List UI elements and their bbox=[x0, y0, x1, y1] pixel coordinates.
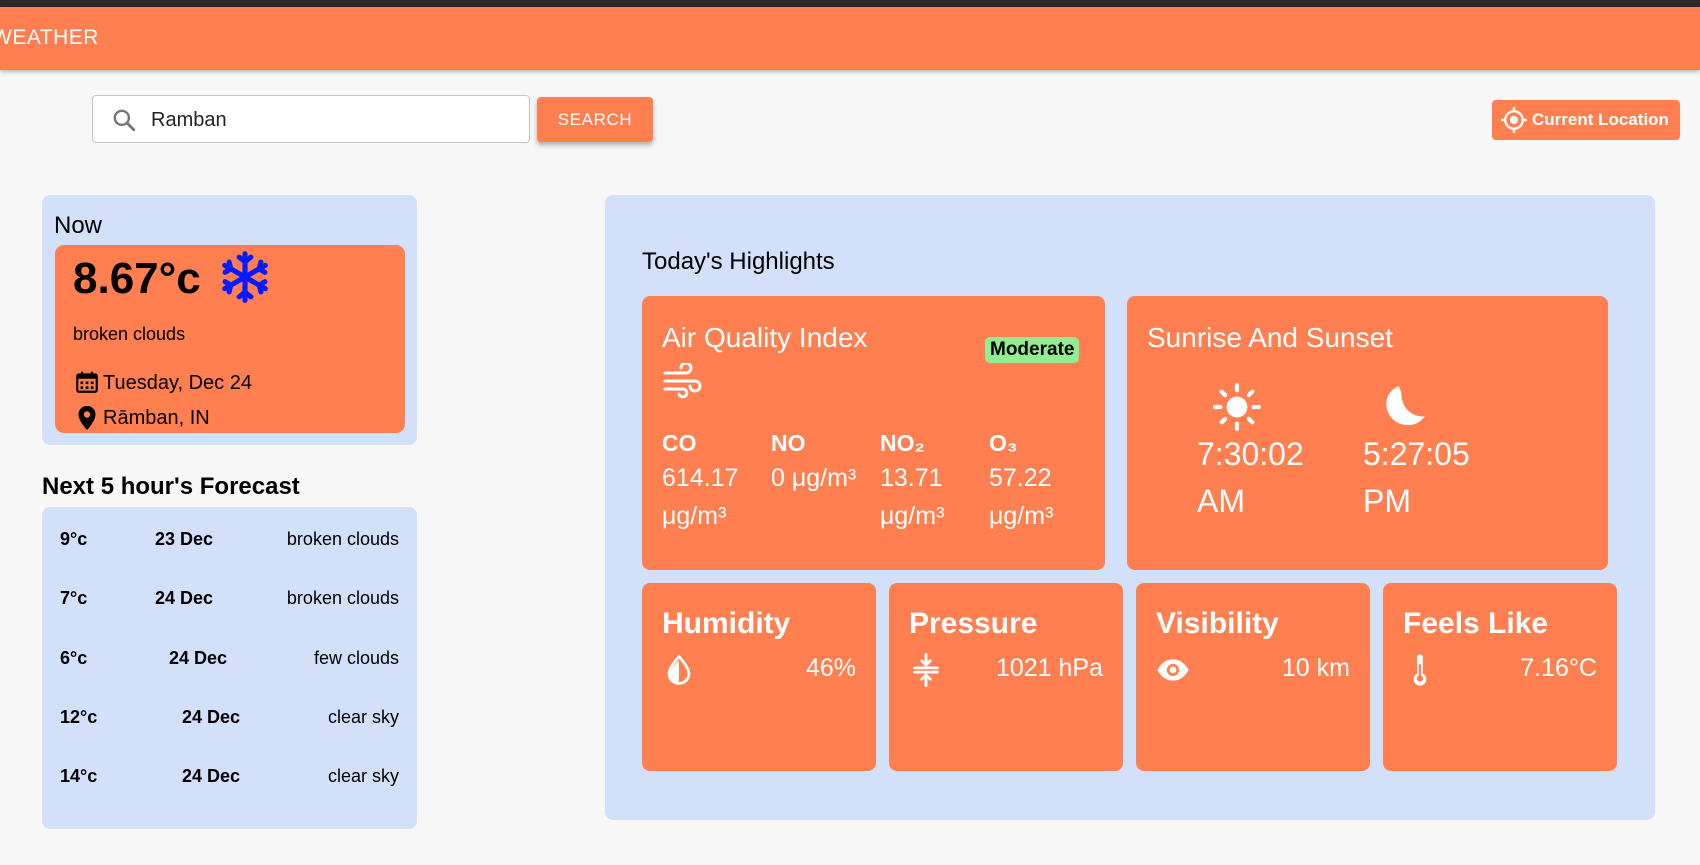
window-top-strip bbox=[0, 0, 1700, 7]
visibility-value: 10 km bbox=[1281, 654, 1350, 682]
visibility-card: Visibility 10 km bbox=[1136, 583, 1370, 771]
calendar-icon bbox=[76, 371, 98, 393]
moon-icon bbox=[1386, 386, 1425, 426]
sun-icon bbox=[1213, 383, 1261, 431]
pressure-title: Pressure bbox=[909, 607, 1038, 640]
pressure-value: 1021 hPa bbox=[995, 654, 1103, 682]
feels-like-value: 7.16°C bbox=[1520, 654, 1597, 682]
pollutant-value: 0 μg/m³ bbox=[771, 464, 857, 492]
app-bar: WEATHER bbox=[0, 7, 1700, 70]
forecast-desc: broken clouds bbox=[286, 588, 399, 608]
sun-title: Sunrise And Sunset bbox=[1147, 322, 1393, 353]
current-location-label: Current Location bbox=[1532, 110, 1669, 129]
droplet-icon bbox=[667, 654, 691, 685]
now-heading: Now bbox=[54, 212, 103, 239]
forecast-temp: 7°c bbox=[60, 588, 88, 608]
forecast-desc: clear sky bbox=[327, 707, 399, 727]
forecast-date: 24 Dec bbox=[182, 707, 241, 727]
pollutant-no2: NO₂ 13.71 μg/m³ bbox=[880, 430, 985, 535]
search-button[interactable]: SEARCH bbox=[537, 97, 653, 142]
current-temperature: 8.67°c bbox=[73, 254, 201, 303]
thermometer-icon bbox=[1413, 654, 1427, 686]
pollutant-name: CO bbox=[662, 430, 697, 456]
current-location: Rāmban, IN bbox=[103, 407, 210, 429]
forecast-date: 24 Dec bbox=[169, 648, 228, 668]
current-date: Tuesday, Dec 24 bbox=[103, 372, 252, 394]
feels-like-card: Feels Like 7.16°C bbox=[1383, 583, 1617, 771]
highlights-panel: Today's Highlights Air Quality Index Mod… bbox=[605, 195, 1655, 820]
compress-icon bbox=[913, 653, 939, 687]
snowflake-icon bbox=[222, 251, 268, 303]
humidity-card: Humidity 46% bbox=[642, 583, 876, 771]
humidity-title: Humidity bbox=[662, 607, 791, 640]
search-input[interactable] bbox=[149, 104, 513, 136]
aqi-status-badge: Moderate bbox=[985, 337, 1080, 363]
forecast-date: 23 Dec bbox=[155, 529, 214, 549]
pollutant-value: 13.71 μg/m³ bbox=[880, 464, 945, 530]
pollutant-name: O₃ bbox=[989, 430, 1018, 456]
feels-like-title: Feels Like bbox=[1403, 607, 1549, 640]
pressure-card: Pressure 1021 hPa bbox=[889, 583, 1123, 771]
highlights-title: Today's Highlights bbox=[642, 248, 835, 275]
forecast-panel: 9°c 23 Dec broken clouds 7°c 24 Dec brok… bbox=[42, 507, 417, 829]
sunrise-time: 7:30:02 AM bbox=[1197, 436, 1304, 519]
forecast-desc: broken clouds bbox=[286, 529, 399, 549]
weather-description: broken clouds bbox=[73, 324, 186, 344]
forecast-temp: 6°c bbox=[60, 648, 88, 668]
visibility-title: Visibility bbox=[1156, 607, 1279, 640]
pollutant-o3: O₃ 57.22 μg/m³ bbox=[989, 430, 1094, 535]
sunset-time: 5:27:05 PM bbox=[1363, 436, 1470, 519]
forecast-title: Next 5 hour's Forecast bbox=[42, 473, 300, 500]
location-pin-icon bbox=[78, 406, 96, 430]
eye-icon bbox=[1157, 659, 1189, 681]
forecast-temp: 14°c bbox=[60, 766, 98, 786]
pollutant-name: NO bbox=[771, 430, 806, 456]
pollutant-no: NO 0 μg/m³ bbox=[771, 430, 876, 497]
app-title: WEATHER bbox=[0, 26, 99, 49]
forecast-temp: 9°c bbox=[60, 529, 88, 549]
forecast-desc: clear sky bbox=[327, 766, 399, 786]
current-location-button[interactable]: Current Location bbox=[1492, 100, 1680, 140]
forecast-row: 9°c 23 Dec broken clouds bbox=[42, 529, 417, 559]
forecast-temp: 12°c bbox=[60, 707, 98, 727]
pollutant-value: 614.17 μg/m³ bbox=[662, 464, 739, 530]
forecast-date: 24 Dec bbox=[182, 766, 241, 786]
pollutant-name: NO₂ bbox=[880, 430, 925, 456]
now-panel: Now 8.67°c broken clouds Tuesday, Dec 24… bbox=[42, 195, 417, 445]
sunrise-sunset-card: Sunrise And Sunset 7:30:02 AM 5:27:05 PM bbox=[1127, 296, 1608, 570]
search-field[interactable] bbox=[92, 95, 530, 143]
forecast-row: 12°c 24 Dec clear sky bbox=[42, 707, 417, 737]
wind-icon bbox=[663, 363, 702, 399]
humidity-value: 46% bbox=[805, 654, 856, 682]
forecast-desc: few clouds bbox=[313, 648, 399, 668]
current-weather-card: 8.67°c broken clouds Tuesday, Dec 24 Rām… bbox=[55, 245, 405, 433]
aqi-title: Air Quality Index bbox=[662, 322, 868, 353]
pollutant-value: 57.22 μg/m³ bbox=[989, 464, 1054, 530]
search-icon bbox=[113, 109, 136, 132]
forecast-row: 6°c 24 Dec few clouds bbox=[42, 648, 417, 678]
forecast-row: 7°c 24 Dec broken clouds bbox=[42, 588, 417, 618]
air-quality-card: Air Quality Index Moderate CO 614.17 μg/… bbox=[642, 296, 1105, 570]
crosshair-icon bbox=[1501, 107, 1527, 133]
forecast-date: 24 Dec bbox=[155, 588, 214, 608]
forecast-row: 14°c 24 Dec clear sky bbox=[42, 766, 417, 796]
pollutant-co: CO 614.17 μg/m³ bbox=[662, 430, 767, 535]
